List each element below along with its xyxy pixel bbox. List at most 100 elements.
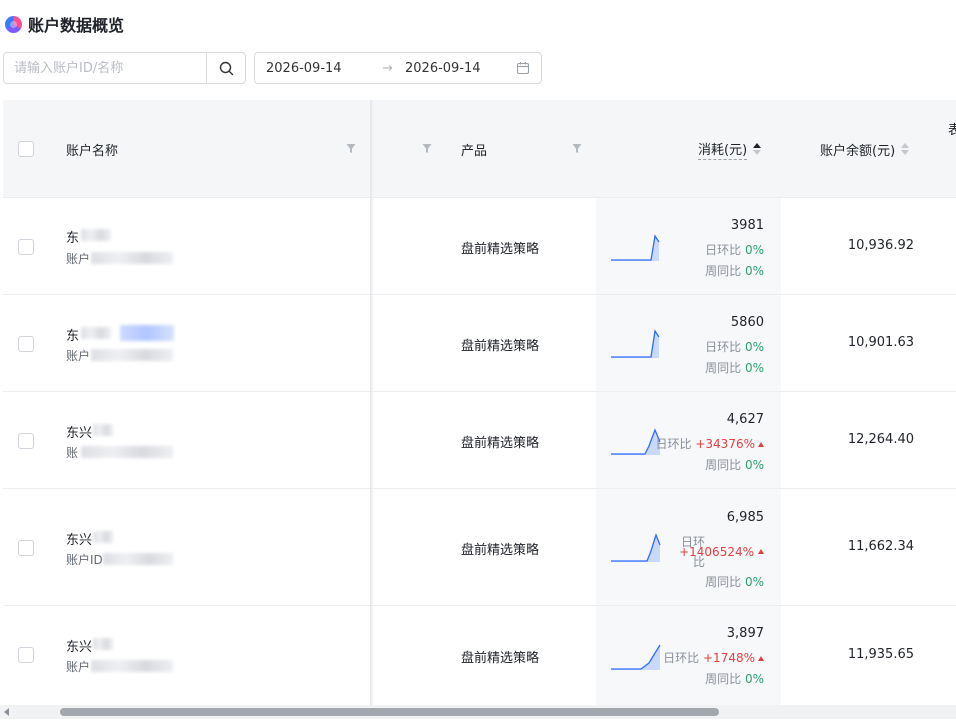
balance-value: 10,901.63 xyxy=(847,335,914,350)
filter-icon[interactable] xyxy=(422,143,432,154)
cost-value: 3,897 xyxy=(726,626,764,641)
row-checkbox[interactable] xyxy=(18,239,34,255)
account-name: 东兴 xyxy=(66,426,93,441)
compare-label: 日环比 xyxy=(705,340,742,354)
page-header: 账户数据概览 xyxy=(5,13,124,35)
cost-value: 5860 xyxy=(730,315,764,330)
trend-up-icon xyxy=(758,656,764,661)
balance-value: 11,935.65 xyxy=(847,647,914,662)
compare-label: 周同比 xyxy=(705,672,742,686)
product-name: 盘前精选策略 xyxy=(461,339,540,354)
table-header: 账户名称 产品 消耗(元) 账户余额(元) 表 xyxy=(3,100,956,198)
account-id: 账户 xyxy=(66,252,91,266)
compare-label: 日环比 xyxy=(655,437,692,451)
redacted-text xyxy=(93,424,113,436)
cost-value: 6,985 xyxy=(726,510,764,525)
date-range-picker[interactable]: 2026-09-14 → 2026-09-14 xyxy=(254,52,542,84)
select-all-checkbox[interactable] xyxy=(18,141,34,157)
compare-label: 周同比 xyxy=(705,361,742,375)
cost-sparkline xyxy=(611,644,661,670)
compare-label: 日环比 xyxy=(663,651,700,665)
day-compare: 日环比 +34376% xyxy=(656,435,764,452)
trend-up-icon xyxy=(758,549,764,554)
sort-descending-icon[interactable] xyxy=(752,142,762,156)
compare-label: 日环比 xyxy=(705,243,742,257)
column-header-truncated: 表 xyxy=(948,123,956,138)
compare-value: +34376% xyxy=(695,437,755,451)
balance-value: 12,264.40 xyxy=(847,432,914,447)
scroll-left-arrow-icon[interactable] xyxy=(4,708,9,716)
column-header-name[interactable]: 账户名称 xyxy=(66,100,118,198)
filter-icon[interactable] xyxy=(572,143,582,154)
account-id: 账户ID xyxy=(66,553,103,567)
cost-value: 3981 xyxy=(730,218,764,233)
search-box xyxy=(3,52,246,84)
column-label: 消耗(元) xyxy=(698,139,748,160)
account-id: 账 xyxy=(66,446,79,460)
table-row[interactable]: 东 账户 盘前精选策略 5860 日环比 0% 周同比 0% 10,901.63 xyxy=(3,295,956,392)
cost-sparkline xyxy=(611,329,660,358)
column-header-product[interactable]: 产品 xyxy=(461,100,487,198)
table-row[interactable]: 东 账户 盘前精选策略 3981 日环比 0% 周同比 0% 10,936.92 xyxy=(3,198,956,295)
day-compare: 日环比 0% xyxy=(705,338,764,355)
account-id: 账户 xyxy=(66,349,91,363)
week-compare: 周同比 0% xyxy=(705,670,764,687)
day-compare: 日环比 0% xyxy=(705,241,764,258)
column-label: 账户余额(元) xyxy=(820,143,896,159)
redacted-text xyxy=(91,660,173,672)
compare-value: 0% xyxy=(744,361,764,375)
scrollbar-thumb[interactable] xyxy=(60,708,719,716)
compare-value: +1748% xyxy=(703,651,755,665)
account-id: 账户 xyxy=(66,660,91,674)
redacted-text xyxy=(93,531,113,543)
redacted-text xyxy=(93,638,113,650)
cost-value: 4,627 xyxy=(726,412,764,427)
row-checkbox[interactable] xyxy=(18,336,34,352)
week-compare: 周同比 0% xyxy=(705,359,764,376)
sort-icon[interactable] xyxy=(900,142,910,156)
column-label: 产品 xyxy=(461,143,488,159)
date-start[interactable]: 2026-09-14 xyxy=(266,61,342,76)
redacted-text xyxy=(91,252,173,264)
cost-sparkline xyxy=(611,533,661,562)
search-button[interactable] xyxy=(206,53,245,83)
search-icon xyxy=(219,61,233,75)
row-checkbox[interactable] xyxy=(18,433,34,449)
page-title: 账户数据概览 xyxy=(28,16,125,35)
calendar-icon xyxy=(516,62,530,75)
cost-sparkline xyxy=(611,234,660,261)
redacted-text xyxy=(120,325,174,341)
fixed-column-shadow xyxy=(370,100,374,705)
balance-value: 11,662.34 xyxy=(847,539,914,554)
redacted-text xyxy=(91,349,173,361)
product-name: 盘前精选策略 xyxy=(461,543,540,558)
table-row[interactable]: 东兴 账户ID 盘前精选策略 6,985 日环比 +1406524% 周同比 0%… xyxy=(3,489,956,606)
compare-label: 周同比 xyxy=(705,575,742,589)
date-end[interactable]: 2026-09-14 xyxy=(405,61,481,76)
row-checkbox[interactable] xyxy=(18,540,34,556)
date-range-arrow-icon: → xyxy=(382,60,393,76)
row-checkbox[interactable] xyxy=(18,647,34,663)
compare-value: 0% xyxy=(744,458,764,472)
search-input[interactable] xyxy=(4,53,206,83)
app-logo-icon xyxy=(5,15,22,33)
column-header-balance[interactable]: 账户余额(元) xyxy=(820,100,910,198)
table-row[interactable]: 东兴 账 盘前精选策略 4,627 日环比 +34376% 周同比 0% 12,… xyxy=(3,392,956,489)
compare-value: 0% xyxy=(744,264,764,278)
compare-value: +1406524% xyxy=(679,545,754,559)
account-table: 账户名称 产品 消耗(元) 账户余额(元) 表 东 账户 盘前精选策略 3981… xyxy=(3,100,956,705)
filter-icon[interactable] xyxy=(346,143,356,154)
table-row[interactable]: 东兴 账户 盘前精选策略 3,897 日环比 +1748% 周同比 0% 11,… xyxy=(3,606,956,705)
trend-up-icon xyxy=(758,442,764,447)
product-name: 盘前精选策略 xyxy=(461,436,540,451)
product-name: 盘前精选策略 xyxy=(461,651,540,666)
horizontal-scrollbar[interactable] xyxy=(0,705,956,719)
redacted-text xyxy=(81,446,173,458)
balance-value: 10,936.92 xyxy=(847,238,914,253)
week-compare: 周同比 0% xyxy=(705,573,764,590)
column-header-cost[interactable]: 消耗(元) xyxy=(698,100,762,198)
compare-value: 0% xyxy=(744,243,764,257)
compare-label: 周同比 xyxy=(705,458,742,472)
product-name: 盘前精选策略 xyxy=(461,242,540,257)
account-name: 东兴 xyxy=(66,533,93,548)
